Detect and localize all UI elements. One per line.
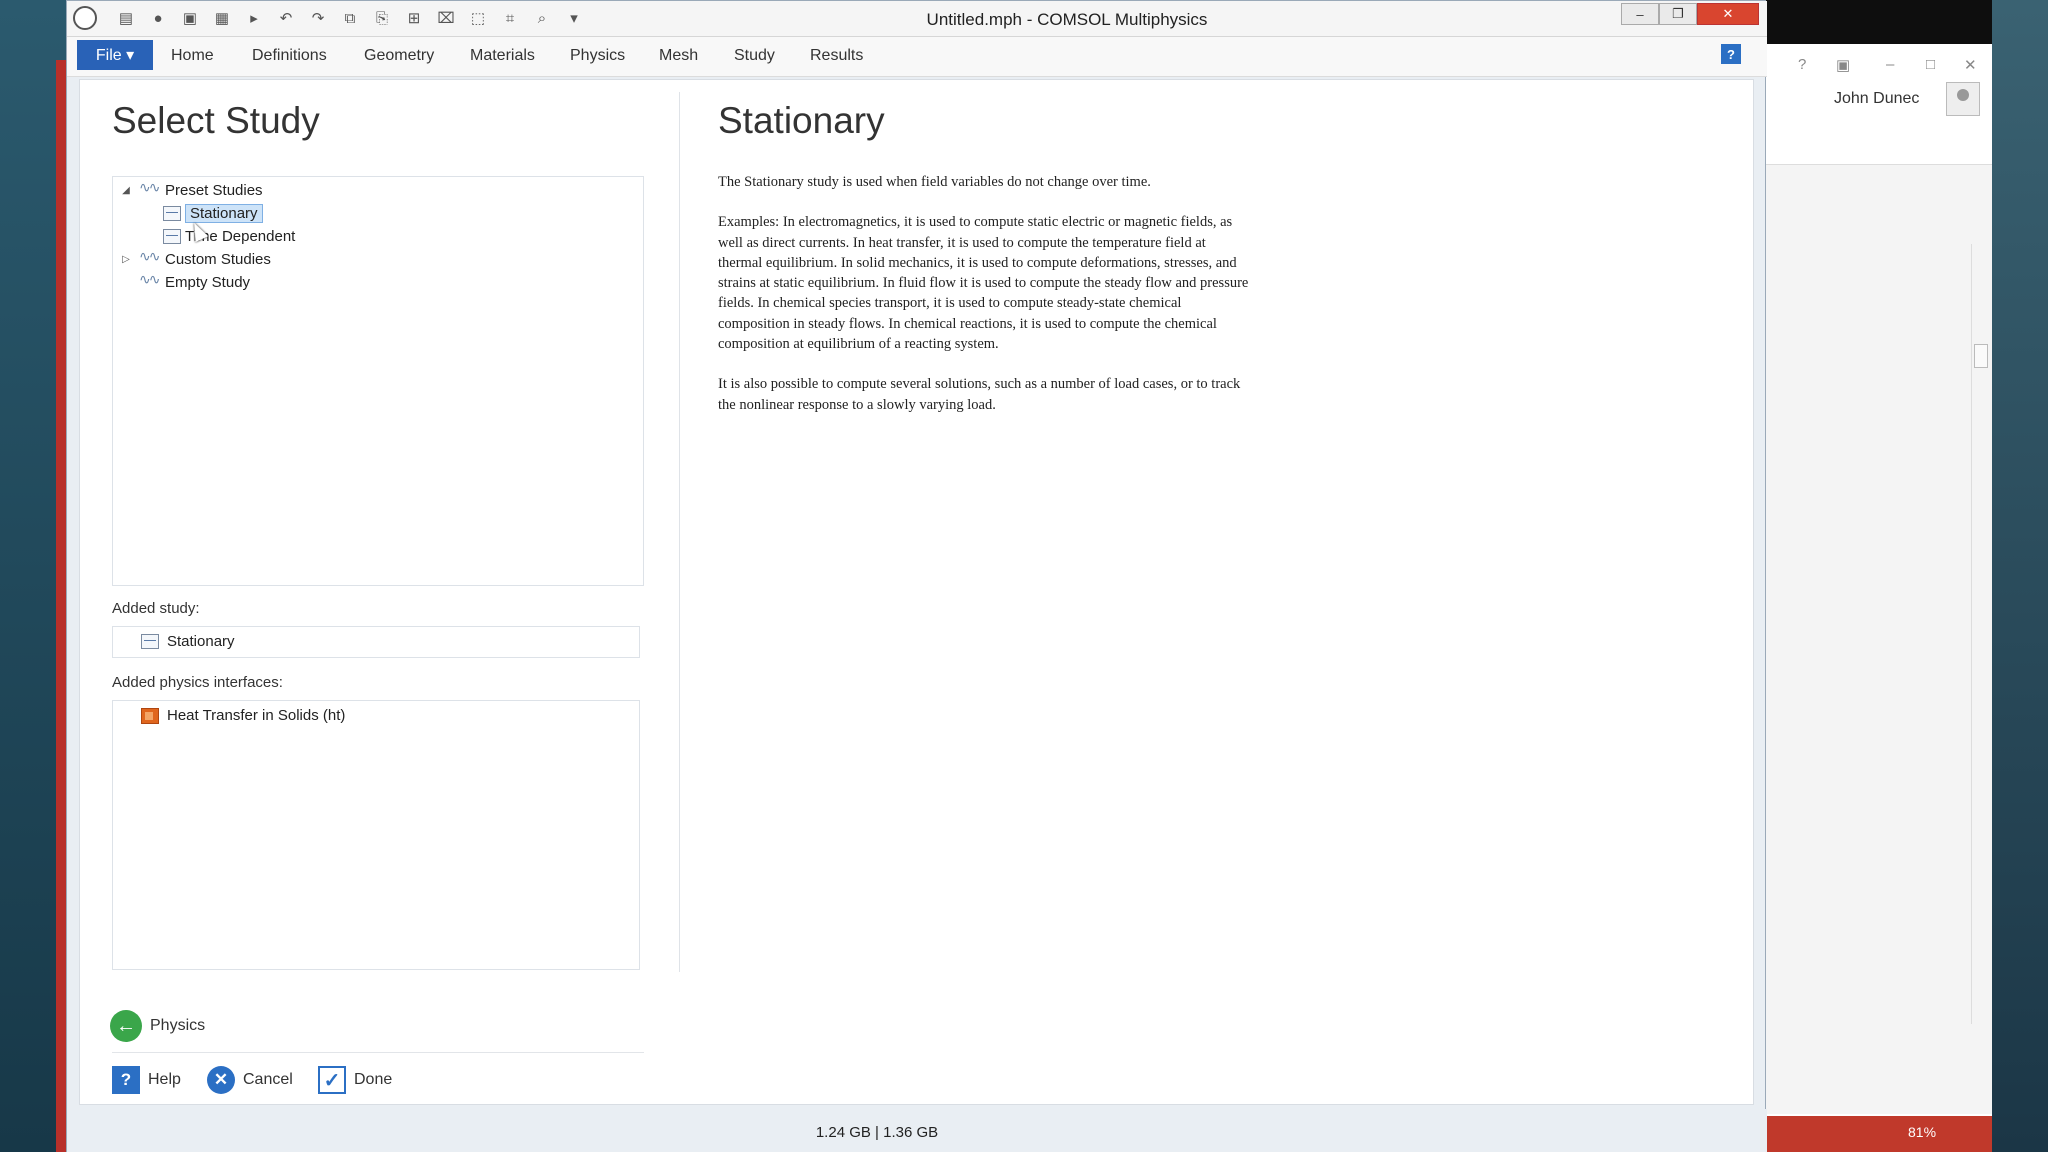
restore-button[interactable]: ❐ (1659, 3, 1697, 25)
close-button[interactable]: ✕ (1697, 3, 1759, 25)
tab-definitions[interactable]: Definitions (252, 47, 327, 65)
cancel-button[interactable]: ✕ Cancel (207, 1066, 293, 1094)
heat-transfer-icon (141, 707, 159, 724)
background-window-titlebar: ? ▣ – □ ✕ (1766, 44, 1993, 84)
help-icon[interactable]: ? (1721, 44, 1741, 64)
checkmark-icon: ✓ (318, 1066, 346, 1094)
ribbon-options-icon[interactable]: ▣ (1836, 56, 1850, 74)
study-description: The Stationary study is used when field … (718, 172, 1250, 435)
scrollbar-thumb[interactable] (1974, 344, 1988, 368)
select-study-page: Select Study Stationary ◢ Preset Studies… (79, 79, 1754, 1105)
study-group-icon (139, 179, 161, 198)
status-bar: 1.24 GB | 1.36 GB (67, 1109, 1767, 1152)
added-study-label: Added study: (112, 600, 200, 617)
tab-results[interactable]: Results (810, 47, 863, 65)
tree-item-empty-study[interactable]: Empty Study (139, 271, 250, 293)
help-icon[interactable]: ? (1798, 56, 1806, 73)
minimize-button[interactable]: – (1621, 3, 1659, 25)
collapse-icon[interactable]: ◢ (119, 185, 133, 196)
window-title: Untitled.mph - COMSOL Multiphysics (926, 10, 1208, 29)
added-study-item[interactable]: Stationary (141, 633, 235, 650)
button-separator (112, 1052, 644, 1053)
tree-item-custom-studies[interactable]: ▷ Custom Studies (119, 248, 271, 270)
tree-item-time-dependent[interactable]: Time Dependent (163, 225, 295, 247)
tree-item-preset-studies[interactable]: ◢ Preset Studies (119, 179, 262, 201)
side-panel (1766, 164, 1993, 1114)
memory-usage: 1.24 GB | 1.36 GB (815, 1124, 939, 1141)
file-menu[interactable]: File ▾ (77, 40, 153, 70)
cancel-icon: ✕ (207, 1066, 235, 1094)
desktop-left-edge (0, 0, 66, 1152)
empty-study-icon (139, 271, 161, 290)
title-bar: ▤ ● ▣ ▦ ▸ ↶ ↷ ⧉ ⎘ ⊞ ⌧ ⬚ ⌗ ⌕ ▾ Untitled.m… (67, 1, 1767, 37)
help-icon: ? (112, 1066, 140, 1094)
desktop-right-edge (1992, 0, 2048, 1152)
panel-divider (679, 92, 680, 972)
background-window: ? ▣ – □ ✕ John Dunec 81% (1765, 44, 1993, 1152)
tab-geometry[interactable]: Geometry (364, 47, 434, 65)
menu-bar: File ▾ Home Definitions Geometry Materia… (67, 37, 1767, 77)
back-arrow-icon: ← (110, 1010, 142, 1042)
avatar[interactable] (1946, 82, 1980, 116)
study-tree: ◢ Preset Studies Stationary Time Depende… (112, 176, 644, 586)
added-physics-list: Heat Transfer in Solids (ht) (112, 700, 640, 970)
stationary-study-icon (141, 634, 159, 649)
expand-icon[interactable]: ▷ (119, 254, 133, 265)
description-paragraph: The Stationary study is used when field … (718, 174, 1151, 190)
help-button[interactable]: ? Help (112, 1066, 181, 1094)
close-icon[interactable]: ✕ (1964, 56, 1977, 74)
minimize-icon[interactable]: – (1886, 56, 1894, 73)
stationary-study-icon (163, 205, 181, 221)
user-name[interactable]: John Dunec (1834, 90, 1919, 108)
tab-materials[interactable]: Materials (470, 47, 535, 65)
taskbar-strip (56, 60, 66, 1152)
description-paragraph: Examples: In electromagnetics, it is use… (718, 214, 1249, 353)
page-title: Select Study (112, 100, 320, 141)
description-paragraph: It is also possible to compute several s… (718, 376, 1241, 413)
comsol-window: ▤ ● ▣ ▦ ▸ ↶ ↷ ⧉ ⎘ ⊞ ⌧ ⬚ ⌗ ⌕ ▾ Untitled.m… (66, 0, 1767, 1152)
added-study-field: Stationary (112, 626, 640, 658)
tab-study[interactable]: Study (734, 47, 775, 65)
background-statusbar: 81% (1766, 1116, 1993, 1152)
time-dependent-study-icon (163, 228, 181, 244)
tab-physics[interactable]: Physics (570, 47, 625, 65)
tab-home[interactable]: Home (171, 47, 214, 65)
done-button[interactable]: ✓ Done (318, 1066, 392, 1094)
study-group-icon (139, 248, 161, 267)
back-to-physics-button[interactable]: ← Physics (110, 1010, 205, 1042)
tree-item-label: Stationary (185, 203, 263, 223)
added-physics-label: Added physics interfaces: (112, 674, 283, 691)
added-physics-item[interactable]: Heat Transfer in Solids (ht) (141, 707, 345, 724)
tab-mesh[interactable]: Mesh (659, 47, 698, 65)
maximize-icon[interactable]: □ (1926, 56, 1935, 73)
detail-title: Stationary (718, 100, 885, 141)
tree-item-stationary[interactable]: Stationary (163, 202, 263, 224)
zoom-level[interactable]: 81% (1908, 1124, 1936, 1140)
